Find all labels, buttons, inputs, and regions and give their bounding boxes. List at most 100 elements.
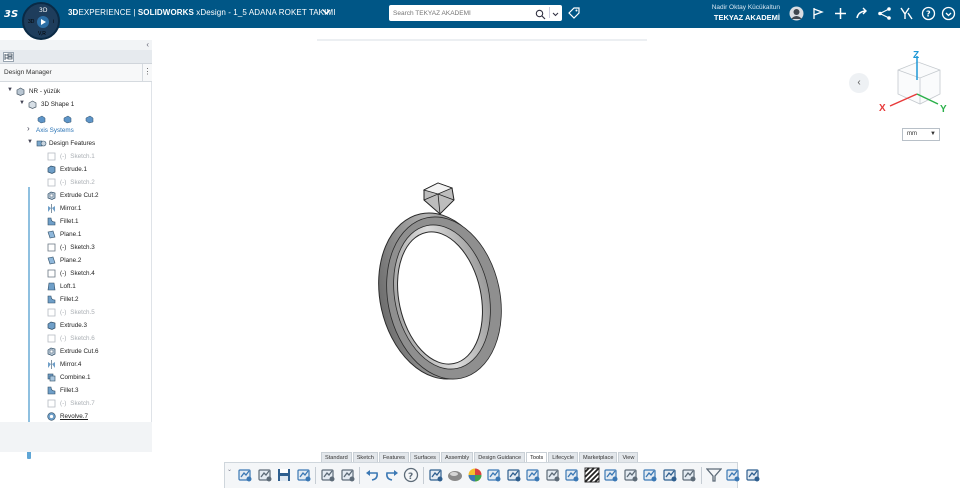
help-icon[interactable]: ? [921, 6, 936, 21]
tree-item[interactable]: (-) Sketch.1 [47, 151, 95, 163]
balance-icon[interactable] [506, 467, 522, 483]
tree-item[interactable]: (-) Sketch.4 [47, 268, 95, 280]
search-bar [389, 5, 562, 21]
tree-item[interactable]: (-) Sketch.2 [47, 177, 95, 189]
share-arrow-icon[interactable] [855, 6, 870, 21]
save-icon[interactable] [276, 467, 292, 483]
tree-item[interactable]: Fillet.2 [47, 294, 79, 306]
3d-viewport[interactable]: ‹ Z X Y mm ▼ [152, 28, 960, 452]
tab-design-guidance[interactable]: Design Guidance [474, 452, 526, 462]
material-icon[interactable] [447, 467, 463, 483]
gauge-icon[interactable] [545, 467, 561, 483]
collapse-caret-icon[interactable]: ▼ [19, 100, 25, 106]
collapse-caret-icon[interactable]: ▼ [27, 139, 33, 145]
chevron-left-icon[interactable]: ‹ [849, 73, 869, 93]
curvature-icon[interactable] [603, 467, 619, 483]
redo-icon[interactable] [384, 467, 400, 483]
tree-item[interactable]: Extrude.1 [47, 164, 87, 176]
tree-item[interactable]: Plane.1 [47, 229, 81, 241]
panel-collapse-bar: ‹ [0, 40, 152, 50]
tab-lifecycle[interactable]: Lifecycle [548, 452, 578, 462]
tree-item[interactable]: Combine.1 [47, 372, 90, 384]
ring-model[interactable] [376, 178, 506, 388]
unit-select[interactable]: mm ▼ [902, 128, 940, 141]
origin-icon[interactable] [85, 111, 94, 129]
tree-item-label: Extrude Cut.2 [60, 192, 99, 199]
physical-icon[interactable] [681, 467, 697, 483]
3ds-logo[interactable]: 3S [4, 6, 20, 22]
section-view-icon[interactable] [237, 467, 253, 483]
search-filter-dropdown[interactable] [549, 7, 560, 18]
tree-item[interactable]: NR - yüzük [16, 86, 60, 98]
axis-icon[interactable] [63, 111, 72, 129]
inspect-icon[interactable] [525, 467, 541, 483]
tab-assembly[interactable]: Assembly [440, 452, 474, 462]
collapse-panel-icon[interactable]: ‹ [146, 40, 149, 49]
add-icon[interactable] [833, 6, 848, 21]
tree-item[interactable]: Plane.2 [47, 255, 81, 267]
play-icon[interactable] [37, 16, 49, 28]
tab-sketch[interactable]: Sketch [352, 452, 378, 462]
avatar[interactable] [789, 6, 804, 21]
tab-view[interactable]: View [618, 452, 639, 462]
tree-item[interactable]: (-) Sketch.5 [47, 307, 95, 319]
color-icon[interactable] [467, 467, 483, 483]
tree-item[interactable]: Extrude Cut.2 [47, 190, 99, 202]
tree-item[interactable]: (-) Sketch.3 [47, 242, 95, 254]
draft-analysis-icon[interactable] [564, 467, 580, 483]
action-bar-grip-icon[interactable]: ⌄ [227, 466, 232, 473]
tree-icon[interactable] [3, 52, 14, 62]
app-title[interactable]: 3DEXPERIENCE | SOLIDWORKS xDesign - 1_5 … [68, 8, 336, 17]
axis-x-label: X [879, 103, 886, 114]
viewport-title-strip [317, 39, 647, 41]
tree-item[interactable]: 3D Shape 1 [28, 99, 74, 111]
tree-item[interactable]: Design Features [36, 138, 95, 150]
tree-item[interactable]: (-) Sketch.6 [47, 333, 95, 345]
tree-item[interactable]: Extrude Cut.6 [47, 346, 99, 358]
tree-item[interactable]: Loft.1 [47, 281, 76, 293]
compass-toggle-icon[interactable] [941, 6, 956, 21]
panel-menu-button[interactable]: ⋮ [142, 64, 152, 81]
search-input[interactable] [393, 7, 525, 19]
tree-item[interactable]: Fillet.3 [47, 385, 79, 397]
expand-caret-icon[interactable]: › [27, 124, 30, 133]
tree-item[interactable]: (-) Sketch.7 [47, 398, 95, 410]
filter-icon[interactable] [705, 467, 722, 483]
appearance-icon[interactable] [486, 467, 502, 483]
share-flag-icon[interactable] [811, 6, 826, 21]
tab-standard[interactable]: Standard [321, 452, 352, 462]
tab-surfaces[interactable]: Surfaces [409, 452, 440, 462]
mass-icon[interactable] [662, 467, 678, 483]
tree-item[interactable]: Mirror.4 [47, 359, 81, 371]
measure-icon[interactable] [257, 467, 273, 483]
compare-icon[interactable] [725, 467, 741, 483]
tab-tools[interactable]: Tools [526, 452, 548, 462]
help-icon[interactable]: ? [403, 467, 419, 483]
tab-features[interactable]: Features [378, 452, 409, 462]
tree-item[interactable]: Fillet.1 [47, 216, 79, 228]
export-icon[interactable] [745, 467, 761, 483]
collapse-caret-icon[interactable]: ▼ [7, 87, 13, 93]
tag-icon[interactable] [568, 7, 581, 20]
settings-icon[interactable] [340, 467, 356, 483]
search-icon[interactable] [535, 7, 546, 20]
network-icon[interactable] [877, 6, 892, 21]
render-icon[interactable] [428, 467, 444, 483]
svg-text:?: ? [926, 10, 931, 19]
tree-item[interactable]: Mirror.1 [47, 203, 81, 215]
tab-marketplace[interactable]: Marketplace [578, 452, 618, 462]
copy-icon[interactable] [320, 467, 336, 483]
chevron-down-icon[interactable] [322, 7, 331, 18]
tree-item[interactable]: Extrude.3 [47, 320, 87, 332]
tree-item-label: Combine.1 [60, 374, 91, 381]
interference-icon[interactable] [642, 467, 658, 483]
bounding-box-icon[interactable] [623, 467, 639, 483]
refresh-icon[interactable] [296, 467, 312, 483]
view-cube[interactable]: Z X Y [874, 50, 952, 122]
compass-widget[interactable]: 3D 3D i V,R [22, 2, 60, 40]
zebra-icon[interactable] [583, 467, 600, 483]
extrude-icon [47, 165, 56, 174]
undo-icon[interactable] [364, 467, 380, 483]
tools-icon[interactable] [899, 6, 914, 21]
sketch-plane-icon[interactable] [37, 111, 46, 129]
